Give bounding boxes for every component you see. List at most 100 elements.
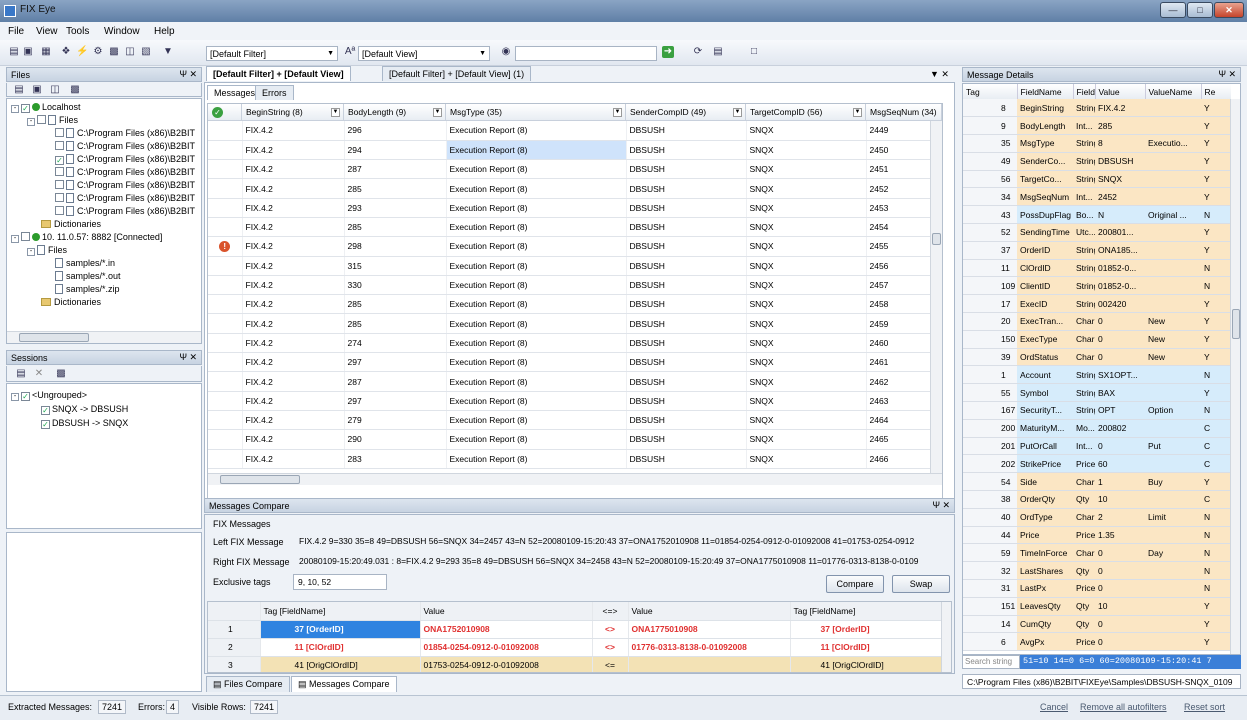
detail-row[interactable]: 52 SendingTime Utc... 200801... Y bbox=[963, 223, 1231, 242]
tree-node-path[interactable]: C:\Program Files (x86)\B2BIT bbox=[55, 206, 195, 217]
detail-cell[interactable]: LeavesQty bbox=[1017, 597, 1073, 616]
detail-cell[interactable]: Char bbox=[1073, 472, 1095, 492]
detail-cell[interactable]: TimeInForce bbox=[1017, 543, 1073, 563]
message-cell[interactable]: SNQX bbox=[746, 140, 867, 161]
detail-row[interactable]: 59 TimeInForce Char 0 Day N bbox=[963, 543, 1231, 563]
message-cell[interactable]: FIX.4.2 bbox=[242, 275, 345, 296]
book-icon[interactable]: ◫ bbox=[124, 46, 136, 58]
message-cell[interactable]: DBSUSH bbox=[626, 178, 747, 199]
detail-cell[interactable]: Limit bbox=[1145, 508, 1201, 527]
message-row[interactable]: FIX.4.2 285 Execution Report (8) DBSUSH SNQX… bbox=[208, 178, 931, 199]
detail-cell[interactable]: 1 bbox=[1095, 472, 1145, 492]
detail-cell[interactable]: 0 bbox=[1095, 561, 1145, 581]
detail-cell[interactable]: 38 bbox=[963, 490, 1017, 509]
col-header-msgtype[interactable]: MsgType (35) ▼ bbox=[446, 104, 626, 121]
detail-cell[interactable]: Price bbox=[1017, 526, 1073, 545]
detail-cell[interactable] bbox=[1145, 383, 1201, 403]
message-cell[interactable]: DBSUSH bbox=[626, 217, 747, 238]
detail-cell[interactable] bbox=[1145, 99, 1201, 118]
message-row[interactable]: FIX.4.2 297 Execution Report (8) DBSUSH SNQX… bbox=[208, 352, 931, 373]
file-path-field[interactable]: C:\Program Files (x86)\B2BIT\FIXEye\Samp… bbox=[962, 674, 1241, 689]
message-cell[interactable]: DBSUSH bbox=[626, 275, 747, 296]
detail-cell[interactable]: C bbox=[1201, 490, 1231, 509]
message-cell[interactable]: 2460 bbox=[866, 333, 931, 354]
detail-cell[interactable]: Y bbox=[1201, 597, 1231, 616]
menu-help[interactable]: Help bbox=[154, 26, 175, 37]
message-cell[interactable]: FIX.4.2 bbox=[242, 371, 345, 392]
detail-cell[interactable]: PossDupFlag bbox=[1017, 205, 1073, 225]
tab-close-icon[interactable]: ▼ ✕ bbox=[930, 69, 949, 80]
detail-row[interactable]: 31 LastPx Price 0 N bbox=[963, 579, 1231, 598]
detail-cell[interactable]: 2 bbox=[1095, 508, 1145, 527]
detail-row[interactable]: 17ExecIDString002420 Y bbox=[963, 294, 1231, 314]
detail-cell[interactable]: SecurityT... bbox=[1017, 401, 1073, 420]
detail-cell[interactable]: String bbox=[1073, 152, 1095, 171]
message-cell[interactable]: Execution Report (8) bbox=[446, 410, 627, 431]
message-row[interactable]: FIX.4.2 285 Execution Report (8) DBSUSH SNQX… bbox=[208, 217, 931, 238]
detail-cell[interactable]: Int... bbox=[1073, 187, 1095, 207]
detail-cell[interactable]: Y bbox=[1201, 170, 1231, 189]
message-cell[interactable]: DBSUSH bbox=[626, 429, 747, 450]
detail-cell[interactable]: 0 bbox=[1095, 312, 1145, 331]
detail-cell[interactable]: String bbox=[1073, 294, 1095, 314]
message-cell[interactable]: 330 bbox=[344, 275, 447, 296]
message-cell[interactable]: 2464 bbox=[866, 410, 931, 431]
message-cell[interactable]: 285 bbox=[344, 294, 447, 315]
view-select[interactable]: [Default View] ▼ bbox=[358, 46, 490, 61]
message-cell[interactable]: DBSUSH bbox=[626, 391, 747, 411]
message-row[interactable]: FIX.4.2 287 Execution Report (8) DBSUSH SNQX… bbox=[208, 371, 931, 392]
detail-cell[interactable]: 0 bbox=[1095, 579, 1145, 598]
detail-cell[interactable]: 31 bbox=[963, 579, 1017, 598]
message-cell[interactable]: Execution Report (8) bbox=[446, 178, 627, 199]
scroll-thumb[interactable] bbox=[932, 233, 941, 245]
detail-cell[interactable]: 34 bbox=[963, 187, 1017, 207]
menu-file[interactable]: File bbox=[8, 26, 24, 37]
detail-cell[interactable]: 17 bbox=[963, 294, 1017, 314]
detail-cell[interactable]: 200802 bbox=[1095, 419, 1145, 438]
message-cell[interactable]: 294 bbox=[344, 140, 447, 161]
detail-cell[interactable]: 0 bbox=[1095, 330, 1145, 349]
detail-row[interactable]: 6 AvgPx Price 0 Y bbox=[963, 632, 1231, 652]
compare-cell-lval[interactable]: 01753-0254-0912-0-01092008 bbox=[420, 656, 593, 672]
detail-cell[interactable]: 59 bbox=[963, 543, 1017, 563]
message-cell[interactable]: FIX.4.2 bbox=[242, 294, 345, 315]
binoculars-icon[interactable]: ◉ bbox=[500, 46, 512, 58]
detail-cell[interactable]: Option bbox=[1145, 401, 1201, 420]
message-cell[interactable]: Execution Report (8) bbox=[446, 198, 627, 218]
detail-cell[interactable]: Char bbox=[1073, 543, 1095, 563]
detail-cell[interactable]: 01852-0... bbox=[1095, 276, 1145, 296]
export-icon[interactable]: ▤ bbox=[712, 46, 724, 58]
right-message-field[interactable]: 20080109-15:20:49.031 : 8=FIX.4.2 9=293 … bbox=[295, 554, 950, 570]
message-row[interactable]: FIX.4.2 285 Execution Report (8) DBSUSH SNQX… bbox=[208, 294, 931, 315]
message-cell[interactable]: SNQX bbox=[746, 352, 867, 373]
minimize-button[interactable]: — bbox=[1160, 2, 1186, 18]
vertical-scrollbar[interactable] bbox=[930, 121, 942, 473]
message-cell[interactable]: 2458 bbox=[866, 294, 931, 315]
compare-header-left-value[interactable]: Value bbox=[420, 602, 593, 621]
compare-cell-rval[interactable]: 01776-0313-8138-0-01092008 bbox=[628, 638, 791, 657]
detail-cell[interactable]: Executio... bbox=[1145, 134, 1201, 153]
message-row[interactable]: FIX.4.2 293 Execution Report (8) DBSUSH SNQX… bbox=[208, 198, 931, 218]
details-col-fieldname[interactable]: FieldName bbox=[1017, 84, 1074, 99]
new-icon[interactable]: ▦ bbox=[40, 46, 52, 58]
detail-cell[interactable]: C bbox=[1201, 454, 1231, 474]
detail-cell[interactable]: Qty bbox=[1073, 561, 1095, 581]
message-cell[interactable]: SNQX bbox=[746, 391, 867, 411]
detail-cell[interactable]: Price bbox=[1073, 526, 1095, 545]
exclusive-tags-input[interactable]: 9, 10, 52 bbox=[293, 574, 387, 590]
detail-cell[interactable]: 167 bbox=[963, 401, 1017, 420]
compare-cell-rval[interactable] bbox=[628, 656, 791, 672]
detail-row[interactable]: 9 BodyLength Int... 285 Y bbox=[963, 116, 1231, 136]
new-session-icon[interactable]: ▤ bbox=[15, 368, 27, 380]
detail-row[interactable]: 1AccountStringSX1OPT... N bbox=[963, 365, 1231, 385]
message-row[interactable]: ! FIX.4.2 298 Execution Report (8) DBSUSH SNQ… bbox=[208, 236, 931, 257]
detail-cell[interactable]: 8 bbox=[963, 99, 1017, 118]
detail-cell[interactable]: Y bbox=[1201, 472, 1231, 492]
detail-cell[interactable]: Put bbox=[1145, 437, 1201, 456]
detail-cell[interactable] bbox=[1145, 454, 1201, 474]
detail-cell[interactable]: N bbox=[1201, 543, 1231, 563]
detail-cell[interactable] bbox=[1145, 241, 1201, 260]
detail-cell[interactable]: 200801... bbox=[1095, 223, 1145, 242]
message-cell[interactable]: FIX.4.2 bbox=[242, 313, 345, 334]
detail-cell[interactable]: 202 bbox=[963, 454, 1017, 474]
